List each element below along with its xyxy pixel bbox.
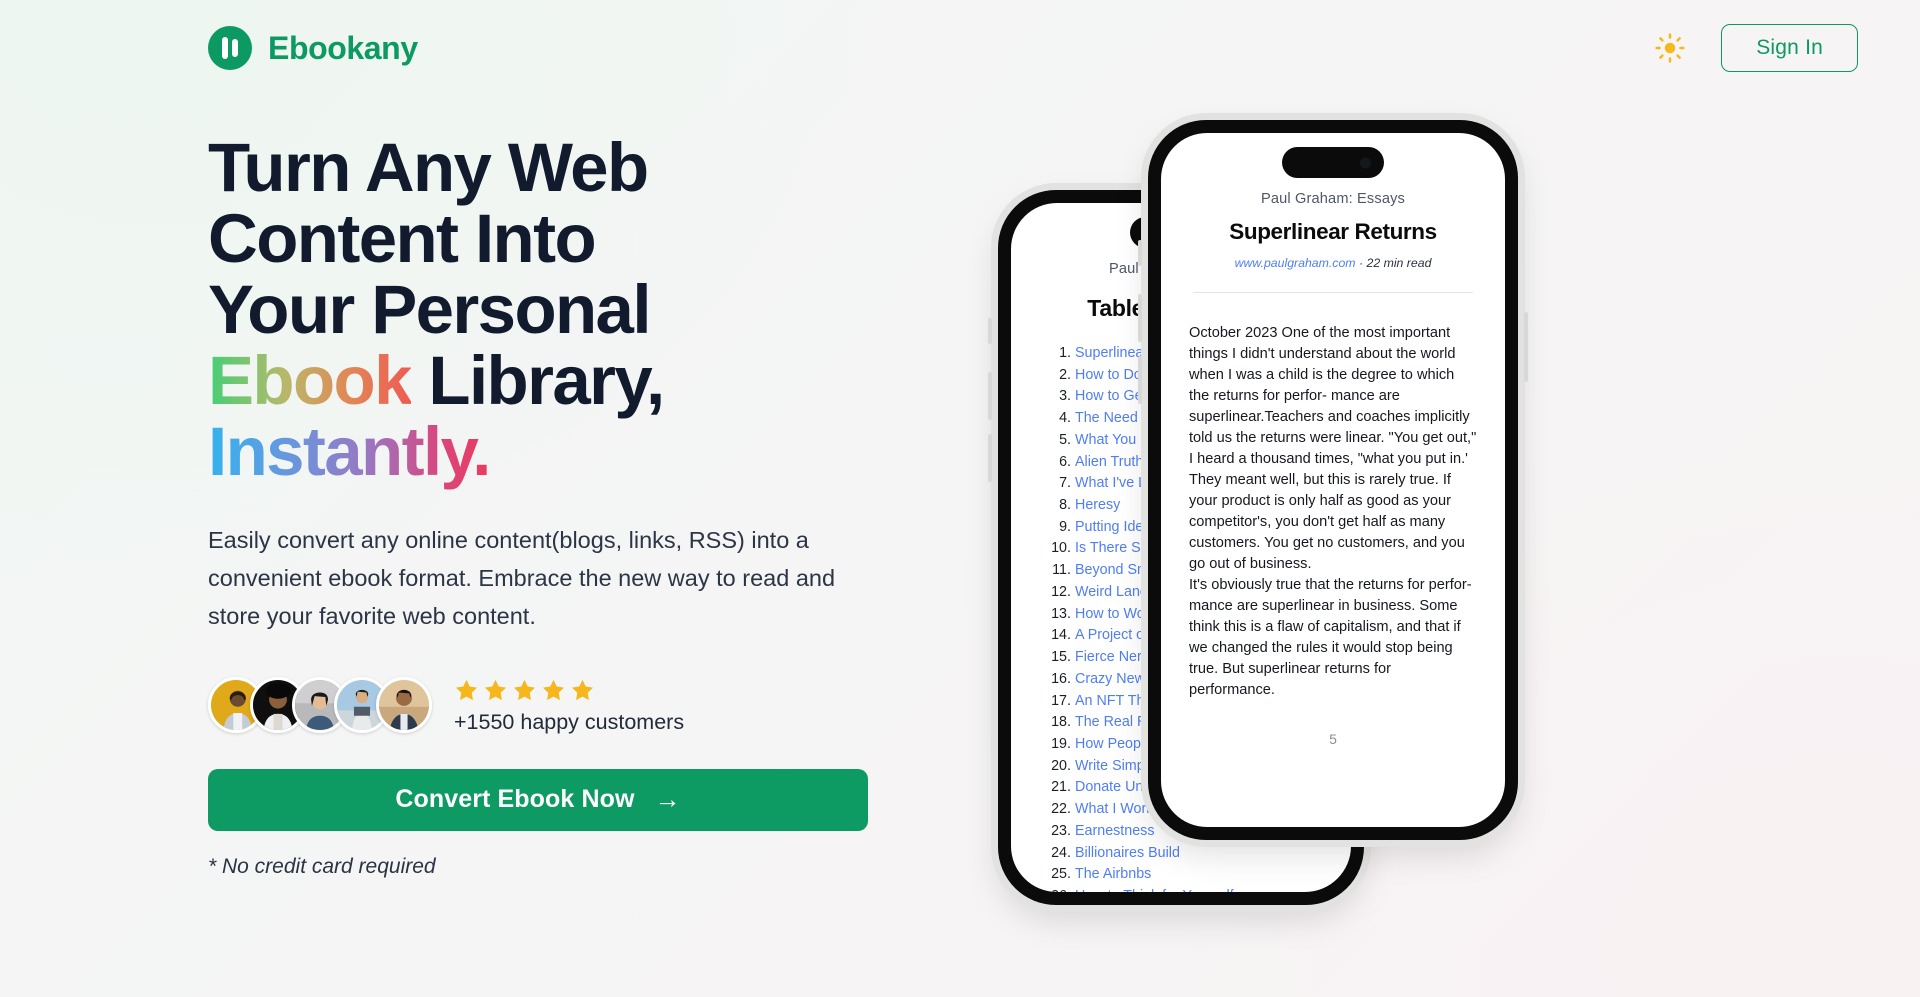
list-item[interactable]: Billionaires Build bbox=[1049, 843, 1325, 865]
star-icon bbox=[455, 679, 478, 700]
headline-gradient-instantly: Instantly. bbox=[208, 413, 491, 491]
star-rating bbox=[454, 678, 684, 703]
article-body: October 2023 One of the most important t… bbox=[1187, 323, 1479, 701]
site-header: Ebookany Sign In bbox=[0, 0, 1920, 96]
sign-in-button[interactable]: Sign In bbox=[1721, 24, 1858, 72]
star-icon bbox=[571, 679, 594, 700]
avatar-group bbox=[208, 677, 432, 733]
star-icon bbox=[484, 679, 507, 700]
list-item[interactable]: The Airbnbs bbox=[1049, 864, 1325, 886]
phone-mockups: Paul Graham: Essays Table of Contents Su… bbox=[988, 120, 1710, 980]
article-read-time: 22 min read bbox=[1366, 256, 1432, 270]
list-item[interactable]: How to Think for Yourself bbox=[1049, 886, 1325, 892]
dynamic-island bbox=[1282, 147, 1384, 178]
sun-icon[interactable] bbox=[1655, 33, 1685, 63]
headline-line-2: Content Into bbox=[208, 200, 597, 278]
convert-ebook-button[interactable]: Convert Ebook Now → bbox=[208, 768, 868, 831]
headline-line-3: Your Personal bbox=[208, 271, 651, 349]
hero-section: Turn Any Web Content Into Your Personal … bbox=[208, 132, 898, 879]
rating-block: +1550 happy customers bbox=[454, 676, 684, 735]
article-url[interactable]: www.paulgraham.com bbox=[1235, 256, 1356, 270]
arrow-right-icon: → bbox=[654, 784, 681, 814]
meta-separator: · bbox=[1355, 256, 1367, 270]
social-proof: +1550 happy customers bbox=[208, 676, 898, 735]
article-page-number: 5 bbox=[1329, 731, 1337, 747]
article-source-label: Paul Graham: Essays bbox=[1261, 191, 1405, 207]
article-paragraph: It's obviously true that the returns for… bbox=[1189, 577, 1472, 698]
phone-screen-article: Paul Graham: Essays Superlinear Returns … bbox=[1161, 133, 1505, 827]
avatar bbox=[376, 677, 432, 733]
hero-subtext: Easily convert any online content(blogs,… bbox=[208, 527, 836, 630]
page-title: Turn Any Web Content Into Your Personal … bbox=[208, 132, 898, 487]
headline-line-1: Turn Any Web bbox=[208, 129, 649, 206]
star-icon bbox=[513, 679, 536, 700]
brand-name: Ebookany bbox=[268, 29, 418, 66]
star-icon bbox=[542, 679, 565, 700]
brand-logo[interactable]: Ebookany bbox=[208, 26, 418, 70]
article-meta: www.paulgraham.com · 22 min read bbox=[1187, 256, 1479, 270]
book-bars-icon bbox=[208, 26, 252, 70]
customers-count: +1550 happy customers bbox=[454, 709, 685, 734]
divider bbox=[1193, 292, 1473, 293]
header-actions: Sign In bbox=[1655, 24, 1858, 72]
headline-gradient-ebook: Ebook bbox=[208, 342, 412, 420]
no-credit-card-note: * No credit card required bbox=[208, 854, 436, 878]
phone-mockup-article: Paul Graham: Essays Superlinear Returns … bbox=[1138, 120, 1528, 840]
article-paragraph: October 2023 One of the most important t… bbox=[1189, 325, 1477, 572]
headline-line-4-rest: Library, bbox=[410, 342, 665, 420]
cta-label: Convert Ebook Now bbox=[395, 785, 635, 813]
article-title: Superlinear Returns bbox=[1229, 219, 1437, 244]
